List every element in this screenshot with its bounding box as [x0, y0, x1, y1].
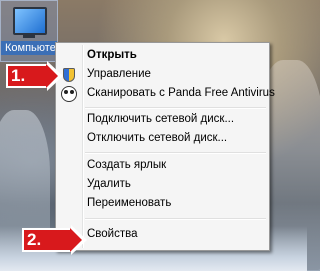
menu-item-map-network-drive[interactable]: Подключить сетевой диск...: [58, 111, 267, 129]
uac-shield-icon: [63, 68, 75, 82]
menu-item-label: Удалить: [87, 178, 131, 190]
monitor-icon: [13, 7, 47, 35]
menu-item-properties[interactable]: Свойства: [58, 226, 267, 244]
menu-separator: [85, 107, 266, 109]
menu-separator: [85, 218, 266, 220]
menu-item-rename[interactable]: Переименовать: [58, 195, 267, 213]
monitor-stand: [23, 34, 35, 38]
step-2-arrow: [70, 228, 82, 252]
step-2-badge: 2.: [22, 228, 72, 252]
step-1-arrow: [46, 64, 58, 88]
menu-item-delete[interactable]: Удалить: [58, 176, 267, 194]
desktop-icon-label: Компьютер: [1, 41, 57, 55]
menu-item-label: Свойства: [87, 228, 138, 240]
panda-icon: [61, 86, 77, 102]
menu-item-label: Создать ярлык: [87, 159, 167, 171]
menu-item-label: Сканировать с Panda Free Antivirus: [87, 87, 275, 99]
menu-item-open[interactable]: Открыть: [58, 47, 267, 65]
step-1-badge: 1.: [6, 64, 48, 88]
menu-item-label: Переименовать: [87, 197, 172, 209]
context-menu: Открыть Управление Сканировать с Panda F…: [55, 42, 275, 251]
menu-item-manage[interactable]: Управление: [58, 66, 267, 84]
computer-desktop-icon[interactable]: Компьютер: [0, 0, 58, 62]
menu-separator: [85, 152, 266, 154]
menu-item-scan-panda[interactable]: Сканировать с Panda Free Antivirus: [58, 85, 275, 103]
menu-item-label: Управление: [87, 68, 151, 80]
menu-item-label: Подключить сетевой диск...: [87, 113, 235, 125]
menu-item-label: Открыть: [87, 49, 137, 61]
menu-item-disconnect-network-drive[interactable]: Отключить сетевой диск...: [58, 130, 267, 148]
menu-item-label: Отключить сетевой диск...: [87, 132, 228, 144]
menu-item-create-shortcut[interactable]: Создать ярлык: [58, 157, 267, 175]
